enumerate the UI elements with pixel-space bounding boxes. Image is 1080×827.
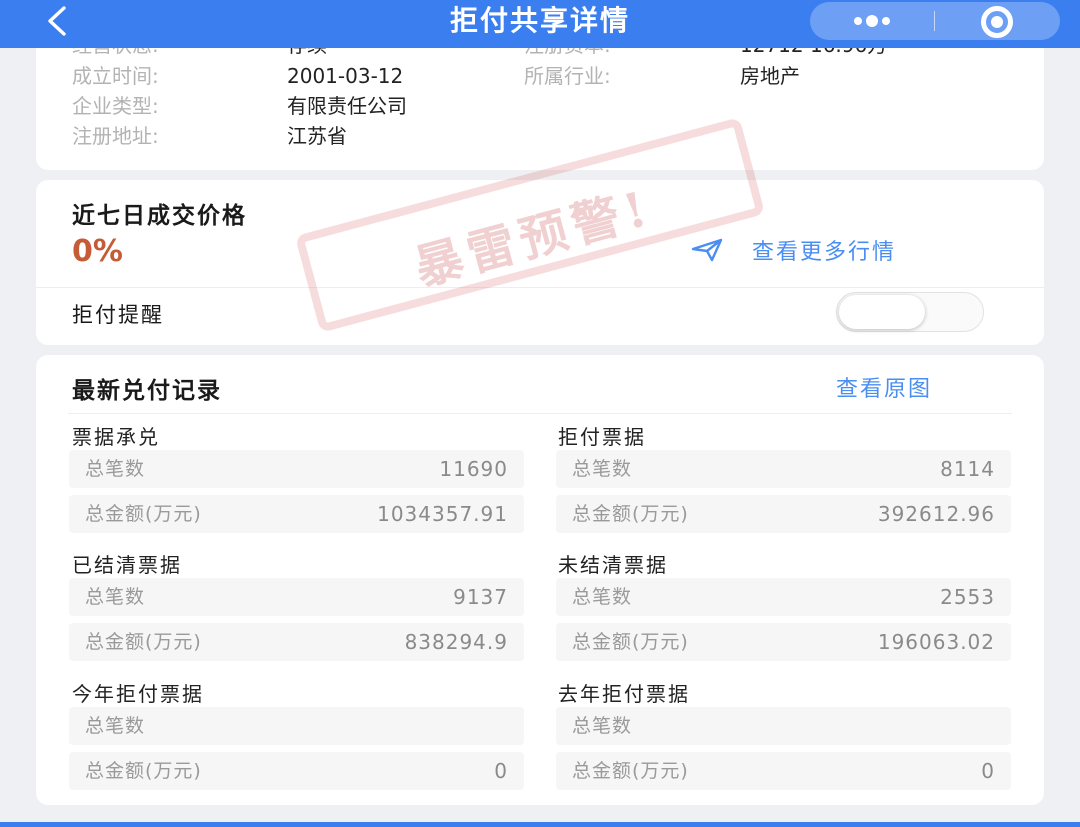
stat-count: 总笔数 9137 bbox=[69, 578, 524, 616]
more-market-label: 查看更多行情 bbox=[752, 240, 897, 265]
divider bbox=[68, 413, 1012, 414]
address-label: 注册地址: bbox=[72, 124, 159, 148]
stat-label: 总金额(万元) bbox=[85, 631, 202, 653]
price-change: 0% bbox=[72, 234, 123, 269]
stat-value: 838294.9 bbox=[404, 630, 508, 654]
divider bbox=[36, 287, 1044, 288]
stat-count: 总笔数 11690 bbox=[69, 450, 524, 488]
founded-label: 成立时间: bbox=[72, 64, 159, 88]
stat-value: 0 bbox=[494, 759, 508, 783]
address-value: 江苏省 bbox=[287, 124, 347, 148]
toggle-knob bbox=[839, 295, 925, 329]
view-original-link[interactable]: 查看原图 bbox=[836, 371, 932, 403]
stat-label: 总笔数 bbox=[85, 458, 146, 480]
stat-label: 总金额(万元) bbox=[85, 503, 202, 525]
stat-amount: 总金额(万元) 1034357.91 bbox=[69, 495, 524, 533]
reminder-toggle[interactable] bbox=[836, 292, 984, 332]
stat-amount: 总金额(万元) 392612.96 bbox=[556, 495, 1011, 533]
group-title: 拒付票据 bbox=[558, 425, 646, 449]
stat-value: 392612.96 bbox=[877, 502, 995, 526]
price-title: 近七日成交价格 bbox=[72, 203, 247, 229]
stat-amount: 总金额(万元) 838294.9 bbox=[69, 623, 524, 661]
stat-value: 9137 bbox=[453, 585, 508, 609]
stat-label: 总金额(万元) bbox=[572, 760, 689, 782]
stat-label: 总笔数 bbox=[572, 458, 633, 480]
reminder-label: 拒付提醒 bbox=[72, 303, 164, 327]
stat-value: 2553 bbox=[940, 585, 995, 609]
type-label: 企业类型: bbox=[72, 94, 159, 118]
stat-count: 总笔数 bbox=[69, 707, 524, 745]
close-button[interactable] bbox=[935, 2, 1060, 40]
target-close-dot bbox=[991, 16, 1003, 28]
capsule-menu bbox=[810, 2, 1060, 40]
stat-value: 11690 bbox=[439, 457, 508, 481]
industry-label: 所属行业: bbox=[524, 64, 611, 88]
group-title: 去年拒付票据 bbox=[558, 682, 690, 706]
group-title: 票据承兑 bbox=[72, 425, 160, 449]
stat-count: 总笔数 bbox=[556, 707, 1011, 745]
stat-amount: 总金额(万元) 0 bbox=[556, 752, 1011, 790]
industry-value: 房地产 bbox=[740, 64, 800, 88]
group-title: 今年拒付票据 bbox=[72, 682, 204, 706]
stat-value: 1034357.91 bbox=[377, 502, 508, 526]
group-title: 未结清票据 bbox=[558, 553, 668, 577]
more-dots-icon bbox=[866, 15, 878, 27]
stat-label: 总金额(万元) bbox=[572, 631, 689, 653]
type-value: 有限责任公司 bbox=[287, 94, 407, 118]
navbar: 拒付共享详情 bbox=[0, 0, 1080, 48]
stat-label: 总笔数 bbox=[572, 715, 633, 737]
more-button[interactable] bbox=[810, 2, 934, 40]
stat-value: 0 bbox=[981, 759, 995, 783]
stat-count: 总笔数 8114 bbox=[556, 450, 1011, 488]
send-arrow-icon bbox=[690, 237, 724, 263]
group-title: 已结清票据 bbox=[72, 553, 182, 577]
more-dots-icon bbox=[882, 17, 890, 25]
stat-label: 总笔数 bbox=[572, 586, 633, 608]
more-market-link[interactable]: 查看更多行情 bbox=[690, 234, 896, 266]
stat-amount: 总金额(万元) 0 bbox=[69, 752, 524, 790]
stat-label: 总笔数 bbox=[85, 586, 146, 608]
bottom-edge-bar bbox=[0, 822, 1080, 827]
records-title: 最新兑付记录 bbox=[72, 378, 222, 404]
stat-count: 总笔数 2553 bbox=[556, 578, 1011, 616]
more-dots-icon bbox=[854, 17, 862, 25]
stat-value: 196063.02 bbox=[877, 630, 995, 654]
stat-amount: 总金额(万元) 196063.02 bbox=[556, 623, 1011, 661]
stat-label: 总金额(万元) bbox=[85, 760, 202, 782]
stat-value: 8114 bbox=[940, 457, 995, 481]
stat-label: 总笔数 bbox=[85, 715, 146, 737]
founded-value: 2001-03-12 bbox=[287, 64, 404, 88]
stat-label: 总金额(万元) bbox=[572, 503, 689, 525]
